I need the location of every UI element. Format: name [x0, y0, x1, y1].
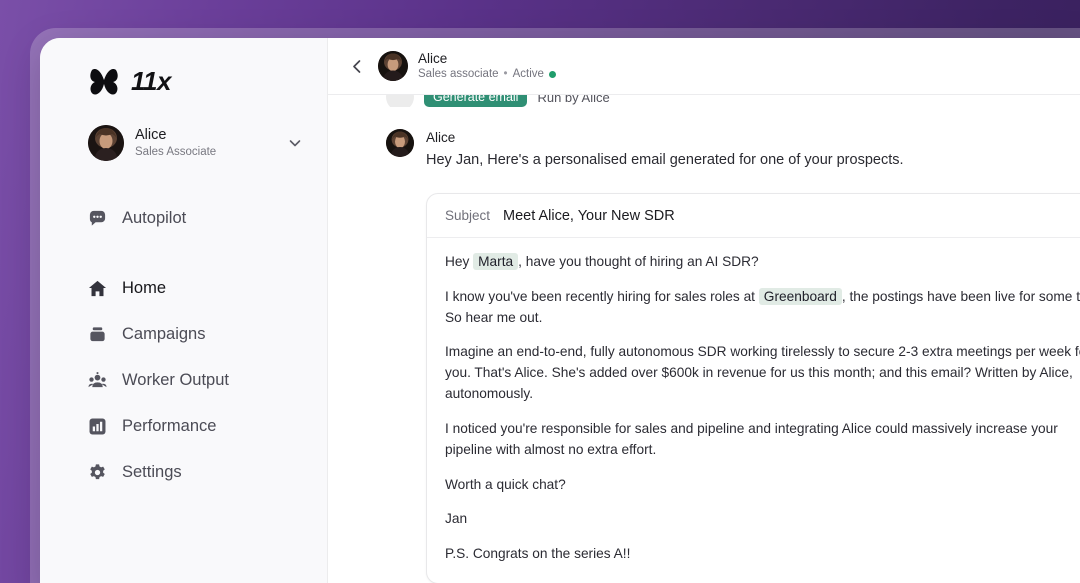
sidebar-item-label: Performance [122, 416, 217, 435]
sidebar-item-performance[interactable]: Performance [58, 403, 309, 449]
merge-token-company: Greenboard [758, 287, 842, 305]
back-chevron-icon [352, 59, 360, 73]
text-fragment: Hey [445, 253, 474, 269]
avatar [88, 125, 124, 161]
email-preview-card[interactable]: Subject Meet Alice, Your New SDR Hey Mar… [426, 192, 1080, 583]
chevron-down-icon[interactable] [287, 135, 303, 151]
gear-icon [90, 463, 105, 479]
sidebar: 11x Alice Sales Associate Autopilot Home… [40, 38, 328, 583]
sidebar-item-label: Worker Output [122, 370, 229, 389]
sidebar-profile[interactable]: Alice Sales Associate [40, 125, 327, 161]
email-paragraph-2: I know you've been recently hiring for s… [445, 287, 1080, 329]
previous-step-row: Generate email Run by Alice [386, 95, 1080, 107]
email-subject-value[interactable]: Meet Alice, Your New SDR [503, 208, 675, 224]
status-label: Active [512, 68, 544, 81]
sidebar-item-settings[interactable]: Settings [58, 449, 309, 495]
worker-output-icon [88, 371, 107, 387]
email-subject-row: Subject Meet Alice, Your New SDR [427, 194, 1080, 238]
email-paragraph-5: Worth a quick chat? [445, 476, 566, 492]
sidebar-item-campaigns[interactable]: Campaigns [58, 311, 309, 357]
chat-bubble-icon [89, 210, 106, 226]
main-panel: Alice Sales associate • Active Generate … [328, 38, 1080, 583]
campaigns-icon [90, 326, 105, 341]
message-thread[interactable]: Generate email Run by Alice Alice Hey Ja… [328, 95, 1080, 583]
brand-name: 11x [131, 66, 171, 96]
avatar [386, 95, 414, 107]
performance-chart-icon [89, 418, 106, 434]
separator: • [503, 68, 508, 81]
sidebar-nav: Autopilot Home Campaigns Worker Output P… [40, 195, 327, 495]
app-frame: 11x Alice Sales Associate Autopilot Home… [30, 28, 1080, 583]
conversation-role: Sales associate [418, 68, 499, 81]
email-body[interactable]: Hey Marta, have you thought of hiring an… [427, 238, 1080, 583]
email-paragraph-4: I noticed you're responsible for sales a… [445, 420, 1058, 457]
email-paragraph-1: Hey Marta, have you thought of hiring an… [445, 252, 1080, 273]
conversation-title: Alice [418, 50, 448, 66]
sidebar-item-home[interactable]: Home [58, 265, 309, 311]
app-window: 11x Alice Sales Associate Autopilot Home… [40, 38, 1080, 583]
sidebar-item-label: Settings [122, 462, 182, 481]
sidebar-item-worker-output[interactable]: Worker Output [58, 357, 309, 403]
avatar [378, 50, 408, 81]
email-paragraph-3: Imagine an end-to-end, fully autonomous … [445, 344, 1080, 402]
generate-email-badge: Generate email [424, 95, 528, 107]
status-dot-icon [548, 71, 556, 79]
profile-name: Alice [135, 127, 167, 144]
conversation-subtitle: Sales associate • Active [418, 67, 556, 82]
message-text: Hey Jan, Here's a personalised email gen… [426, 151, 904, 168]
message-author: Alice [426, 130, 456, 145]
email-postscript: P.S. Congrats on the series A!! [445, 546, 631, 562]
conversation-header: Alice Sales associate • Active [328, 38, 1080, 95]
merge-token-first-name: Marta [473, 252, 519, 270]
butterfly-logo-icon [90, 68, 118, 95]
profile-role: Sales Associate [135, 145, 217, 158]
run-by-label: Run by Alice [537, 95, 610, 105]
sidebar-item-label: Autopilot [122, 208, 187, 227]
sidebar-item-label: Home [122, 278, 167, 297]
email-subject-label: Subject [445, 207, 491, 223]
home-icon [88, 280, 107, 296]
sidebar-item-label: Campaigns [122, 324, 206, 343]
sidebar-item-autopilot[interactable]: Autopilot [58, 195, 309, 241]
back-button[interactable] [342, 51, 372, 81]
text-fragment: I know you've been recently hiring for s… [445, 288, 759, 304]
brand-logo[interactable]: 11x [40, 66, 327, 97]
avatar [386, 129, 414, 157]
conversation-identity: Alice Sales associate • Active [378, 50, 556, 82]
assistant-message: Alice Hey Jan, Here's a personalised ema… [386, 129, 1080, 171]
text-fragment: , have you thought of hiring an AI SDR? [518, 253, 759, 269]
email-signature: Jan [445, 511, 468, 527]
